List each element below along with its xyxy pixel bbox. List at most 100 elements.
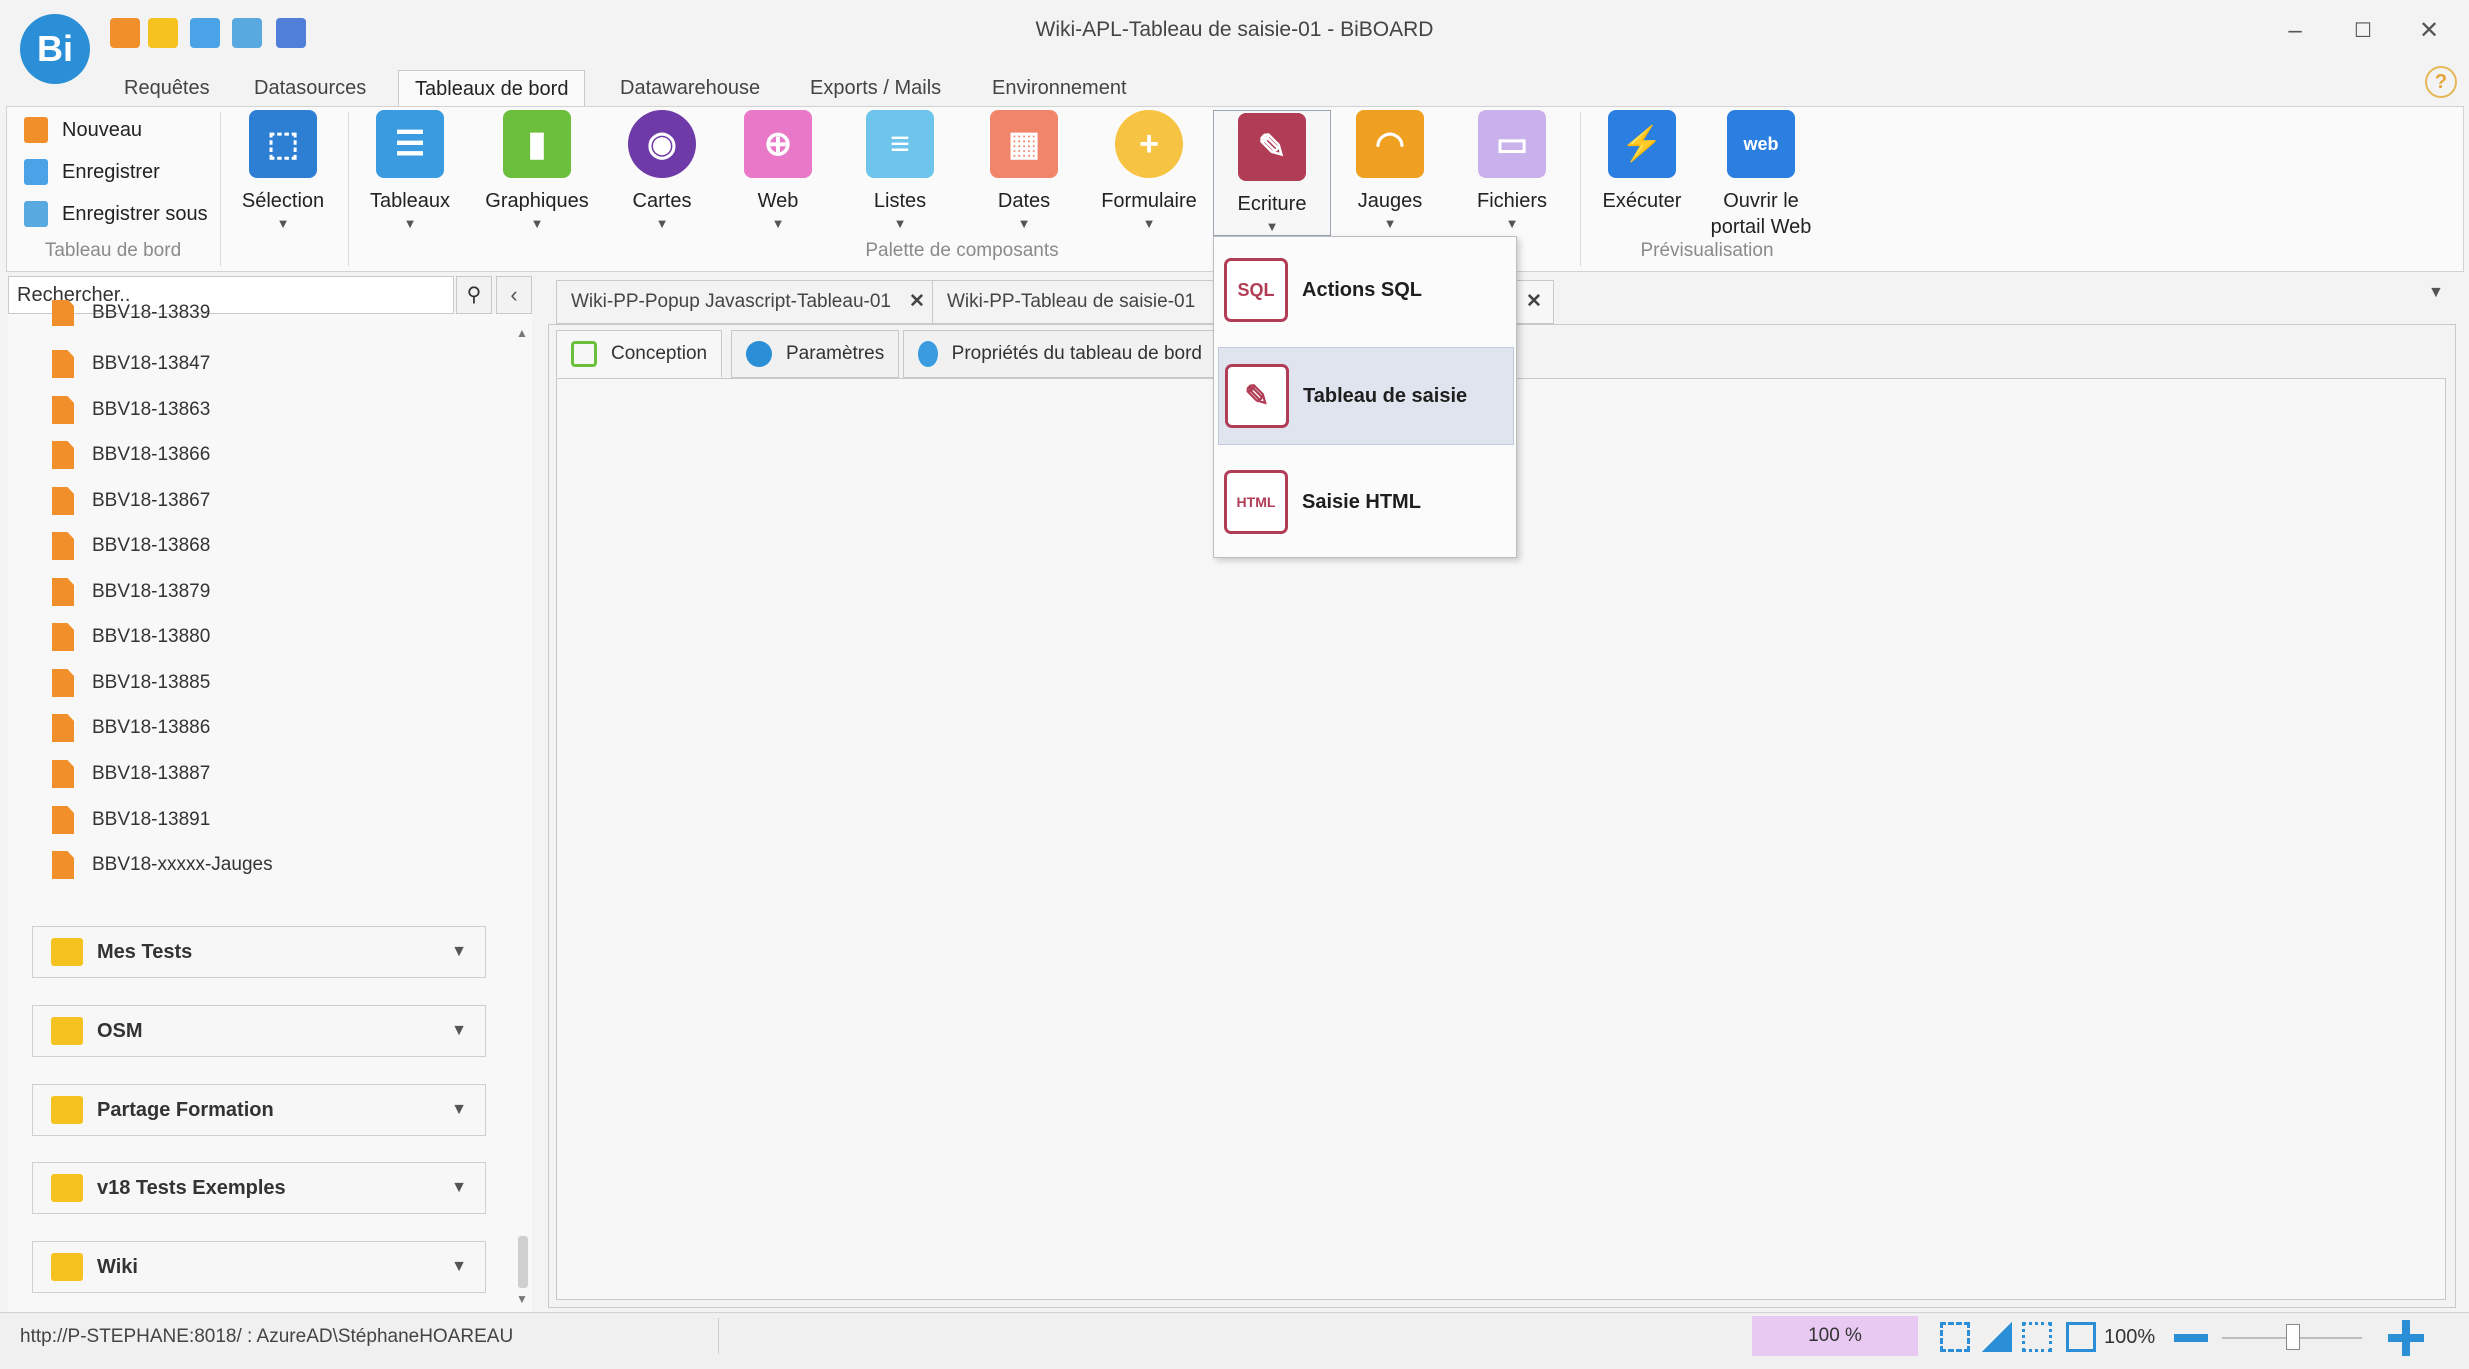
fit-width-icon[interactable] <box>1982 1322 2012 1352</box>
chevron-down-icon: ▼ <box>451 1179 467 1196</box>
tree-item-label: BBV18-13879 <box>92 581 211 602</box>
folder-label: Mes Tests <box>97 940 193 963</box>
new-button[interactable]: Nouveau <box>24 113 142 147</box>
tree-item[interactable]: BBV18-13891 <box>52 800 210 840</box>
ecriture-button[interactable]: ✎ Ecriture ▼ <box>1213 110 1331 236</box>
graphiques-button[interactable]: ▮ Graphiques ▼ <box>478 110 596 231</box>
menu-tab-environnement[interactable]: Environnement <box>976 70 1143 106</box>
portail-web-button[interactable]: web Ouvrir le portail Web <box>1702 110 1820 240</box>
help-icon[interactable]: ? <box>2425 66 2457 98</box>
dashboard-file-icon <box>52 669 74 697</box>
close-icon[interactable]: ✕ <box>1526 291 1542 312</box>
tree-item[interactable]: BBV18-xxxxx-Jauges <box>52 845 273 885</box>
chevron-down-icon: ▼ <box>1383 216 1397 231</box>
binoculars-icon[interactable]: ⚲ <box>456 276 492 314</box>
tree-item[interactable]: BBV18-13885 <box>52 663 210 703</box>
grid-icon[interactable] <box>2022 1322 2052 1352</box>
tree-item[interactable]: BBV18-13866 <box>52 435 210 475</box>
folder-label: OSM <box>97 1019 143 1042</box>
menu-tab-datawarehouse[interactable]: Datawarehouse <box>604 70 776 106</box>
tab-proprietes[interactable]: Propriétés du tableau de bord <box>903 330 1217 378</box>
menu-tab-requetes[interactable]: Requêtes <box>108 70 226 106</box>
entry-table-icon: ✎ <box>1225 364 1289 428</box>
crop-icon[interactable] <box>2066 1322 2096 1352</box>
doc-tab-popup-javascript[interactable]: Wiki-PP-Popup Javascript-Tableau-01 ✕ <box>556 280 940 324</box>
folder-osm[interactable]: OSM ▼ <box>32 1005 486 1057</box>
tree-item[interactable]: BBV18-13880 <box>52 617 210 657</box>
folder-wiki[interactable]: Wiki ▼ <box>32 1241 486 1293</box>
tree-item[interactable]: BBV18-13839 <box>52 300 210 326</box>
jauges-button[interactable]: ◠ Jauges ▼ <box>1344 110 1436 231</box>
listes-button[interactable]: ≡ Listes ▼ <box>854 110 946 231</box>
menu-tab-tableaux-de-bord[interactable]: Tableaux de bord <box>398 70 586 106</box>
scrollbar-thumb[interactable] <box>518 1236 528 1288</box>
new-label: Nouveau <box>62 118 143 141</box>
tree-item[interactable]: BBV18-13847 <box>52 344 210 384</box>
tree-item[interactable]: BBV18-13887 <box>52 754 210 794</box>
dates-button[interactable]: ▦ Dates ▼ <box>978 110 1070 231</box>
tree-item-label: BBV18-13863 <box>92 399 211 420</box>
ribbon-separator <box>1580 112 1581 266</box>
files-icon: ▭ <box>1478 110 1546 178</box>
save-button[interactable]: Enregistrer <box>24 155 160 189</box>
dashboard-file-icon <box>52 623 74 651</box>
folder-mes-tests[interactable]: Mes Tests ▼ <box>32 926 486 978</box>
close-button[interactable]: ✕ <box>2404 14 2454 48</box>
zoom-out-icon[interactable] <box>2174 1334 2208 1342</box>
maximize-button[interactable]: ☐ <box>2338 14 2388 48</box>
tree-item[interactable]: BBV18-13863 <box>52 390 210 430</box>
menu-tab-exports-mails[interactable]: Exports / Mails <box>794 70 957 106</box>
close-icon[interactable]: ✕ <box>909 291 925 312</box>
chevron-down-icon: ▼ <box>451 1022 467 1039</box>
menu-item-saisie-html[interactable]: HTML Saisie HTML <box>1218 453 1514 551</box>
chevron-down-icon[interactable]: ▼ <box>2428 284 2444 302</box>
chevron-down-icon: ▼ <box>771 216 785 231</box>
cartes-button[interactable]: ◉ Cartes ▼ <box>614 110 710 231</box>
chevron-down-icon: ▼ <box>1017 216 1031 231</box>
tableaux-button[interactable]: ☰ Tableaux ▼ <box>362 110 458 231</box>
web-button[interactable]: ⊕ Web ▼ <box>732 110 824 231</box>
gears-icon <box>918 341 938 367</box>
graphiques-label: Graphiques <box>485 190 589 212</box>
menu-item-actions-sql[interactable]: SQL Actions SQL <box>1218 241 1514 339</box>
tree-item[interactable]: BBV18-13886 <box>52 708 210 748</box>
chevron-down-icon: ▼ <box>451 943 467 960</box>
tree-item[interactable]: BBV18-13868 <box>52 526 210 566</box>
doc-tab-tableau-de-saisie[interactable]: Wiki-PP-Tableau de saisie-01 <box>932 280 1216 324</box>
executer-button[interactable]: ⚡ Exécuter <box>1592 110 1692 214</box>
connection-status: http://P-STEPHANE:8018/ : AzureAD\Stépha… <box>20 1326 514 1347</box>
gauge-icon: ◠ <box>1356 110 1424 178</box>
dashboard-file-icon <box>52 350 74 378</box>
zoom-slider-thumb[interactable] <box>2286 1324 2300 1350</box>
tab-conception[interactable]: Conception <box>556 330 723 378</box>
tree-item[interactable]: BBV18-13867 <box>52 481 210 521</box>
folder-icon <box>51 1096 83 1124</box>
folder-partage-formation[interactable]: Partage Formation ▼ <box>32 1084 486 1136</box>
dashboard-file-icon <box>52 760 74 788</box>
fichiers-button[interactable]: ▭ Fichiers ▼ <box>1462 110 1562 231</box>
dashboard-file-icon <box>52 532 74 560</box>
folder-v18-tests-exemples[interactable]: v18 Tests Exemples ▼ <box>32 1162 486 1214</box>
minimize-button[interactable]: – <box>2270 14 2320 48</box>
app-logo[interactable]: Bi <box>20 14 90 84</box>
formulaire-button[interactable]: + Formulaire ▼ <box>1090 110 1208 231</box>
save-as-button[interactable]: Enregistrer sous <box>24 197 208 231</box>
menu-item-tableau-de-saisie[interactable]: ✎ Tableau de saisie <box>1218 347 1514 445</box>
dashboard-file-icon <box>52 487 74 515</box>
tab-parametres[interactable]: Paramètres <box>731 330 900 378</box>
tree-item[interactable]: BBV18-13879 <box>52 572 210 612</box>
design-icon <box>571 341 597 367</box>
menu-item-label: Actions SQL <box>1302 278 1423 301</box>
collapse-panel-button[interactable]: ‹ <box>496 276 532 314</box>
save-as-label: Enregistrer sous <box>62 202 208 225</box>
selection-button[interactable]: ⬚ Sélection ▼ <box>234 110 332 231</box>
jauges-label: Jauges <box>1357 190 1423 212</box>
chevron-down-icon: ▼ <box>451 1258 467 1275</box>
fit-page-icon[interactable] <box>1940 1322 1970 1352</box>
zoom-in-icon[interactable] <box>2402 1320 2410 1356</box>
scroll-down-icon[interactable]: ▼ <box>516 1292 528 1306</box>
menu-tab-datasources[interactable]: Datasources <box>238 70 382 106</box>
ribbon-separator <box>220 112 221 266</box>
doc-tab-close[interactable]: ✕ <box>1512 280 1554 324</box>
scroll-up-icon[interactable]: ▲ <box>516 326 528 340</box>
